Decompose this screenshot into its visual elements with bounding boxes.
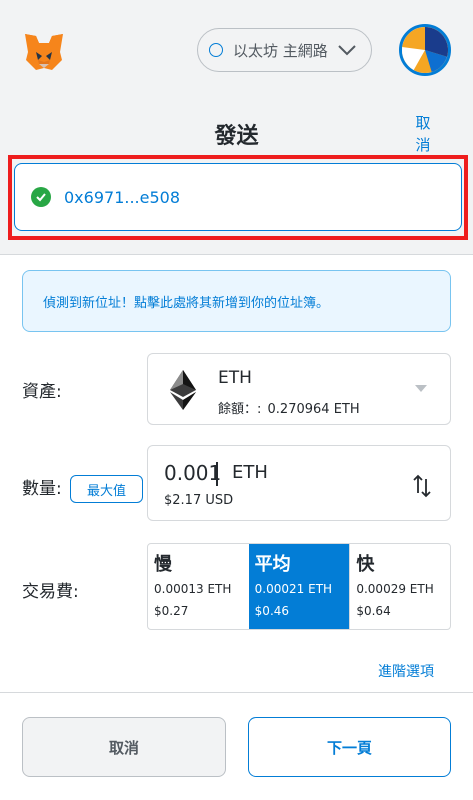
new-address-notice[interactable]: 偵測到新位址！點擊此處將其新增到你的位址簿。 [22,270,451,332]
check-circle-icon [31,187,51,207]
amount-input[interactable]: 0.001 ETH $2.17 USD [147,445,451,521]
fee-option-slow[interactable]: 慢 0.00013 ETH $0.27 [148,544,249,629]
asset-label: 資產: [22,382,62,402]
dropdown-caret-icon [415,385,427,392]
fee-usd: $0.27 [154,604,189,618]
fee-selector: 慢 0.00013 ETH $0.27 平均 0.00021 ETH $0.46… [147,543,451,630]
cancel-button[interactable]: 取消 [22,717,226,777]
page-title: 發送 [214,124,259,149]
balance-label: 餘額：: [218,402,262,417]
recipient-field[interactable]: 0x6971...e508 [14,163,462,231]
fee-option-fast[interactable]: 快 0.00029 ETH $0.64 [349,544,450,629]
eth-logo-icon [170,370,196,410]
amount-fiat: $2.17 USD [164,493,234,508]
next-button[interactable]: 下一頁 [248,717,451,777]
asset-balance: 餘額：: 0.270964 ETH [218,398,360,417]
recipient-address: 0x6971...e508 [64,187,181,207]
amount-label: 數量: [22,479,62,499]
send-screen: 以太坊 主網路 發送 取消 0x6971...e508 偵測到新位址！點擊此處將… [0,0,473,800]
fee-usd: $0.46 [254,604,290,618]
header: 以太坊 主網路 發送 取消 0x6971...e508 [0,0,473,255]
chevron-down-icon [338,45,356,56]
advanced-options-link[interactable]: 進階選項 [378,661,434,681]
fee-option-average[interactable]: 平均 0.00021 ETH $0.46 [248,544,350,629]
account-avatar-icon[interactable] [399,24,451,76]
fee-name: 慢 [154,554,172,575]
balance-value: 0.270964 ETH [267,402,360,417]
amount-unit: ETH [232,462,268,483]
text-caret [216,462,218,486]
network-status-icon [209,43,223,57]
footer: 取消 下一頁 [0,692,473,800]
fee-usd: $0.64 [356,604,391,618]
notice-text: 偵測到新位址！點擊此處將其新增到你的位址簿。 [43,295,330,311]
asset-selector[interactable]: ETH 餘額：: 0.270964 ETH [147,353,451,425]
cancel-link[interactable]: 取消 [412,112,434,156]
fee-eth: 0.00021 ETH [254,582,333,596]
metamask-fox-icon[interactable] [22,30,66,74]
amount-value[interactable]: 0.001 [164,461,221,485]
network-selector[interactable]: 以太坊 主網路 [197,28,372,72]
fee-label: 交易費: [22,582,79,602]
network-label: 以太坊 主網路 [233,41,328,60]
swap-icon[interactable] [410,473,434,499]
fee-name: 平均 [254,554,291,575]
fee-eth: 0.00013 ETH [154,582,232,596]
fee-name: 快 [356,554,375,575]
asset-symbol: ETH [218,368,252,388]
max-button[interactable]: 最大值 [70,475,143,503]
fee-eth: 0.00029 ETH [356,582,434,596]
